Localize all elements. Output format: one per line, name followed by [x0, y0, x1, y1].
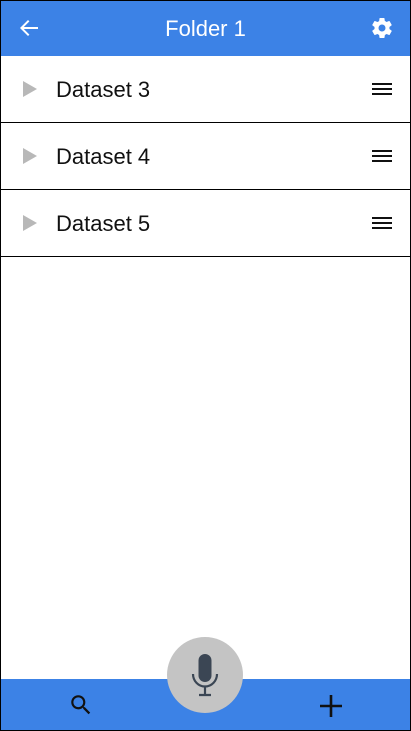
add-button[interactable] — [316, 691, 346, 721]
dataset-row[interactable]: Dataset 4 — [1, 123, 410, 190]
hamburger-icon[interactable] — [372, 146, 392, 166]
search-button[interactable] — [67, 691, 95, 719]
plus-icon — [320, 695, 342, 717]
dataset-label: Dataset 4 — [56, 144, 151, 169]
dataset-list: Dataset 3 Dataset 4 Dataset 5 — [1, 56, 410, 257]
voice-input-button[interactable] — [167, 637, 243, 713]
app-bar: Folder 1 — [1, 1, 410, 56]
page-title: Folder 1 — [165, 16, 246, 41]
play-triangle-icon[interactable] — [23, 215, 37, 231]
hamburger-icon[interactable] — [372, 213, 392, 233]
back-button[interactable] — [15, 14, 43, 42]
dataset-row[interactable]: Dataset 3 — [1, 56, 410, 123]
microphone-icon — [191, 654, 219, 697]
gear-icon — [372, 18, 392, 39]
dataset-row[interactable]: Dataset 5 — [1, 190, 410, 257]
play-triangle-icon[interactable] — [23, 148, 37, 164]
hamburger-icon[interactable] — [372, 79, 392, 99]
search-icon — [71, 695, 91, 715]
app-screen: Folder 1 Dataset 3 Dataset 4 Dataset 5 — [0, 0, 411, 731]
dataset-label: Dataset 3 — [56, 77, 151, 102]
settings-button[interactable] — [368, 14, 396, 42]
dataset-label: Dataset 5 — [56, 211, 151, 236]
arrow-left-icon — [20, 20, 38, 36]
play-triangle-icon[interactable] — [23, 81, 37, 97]
